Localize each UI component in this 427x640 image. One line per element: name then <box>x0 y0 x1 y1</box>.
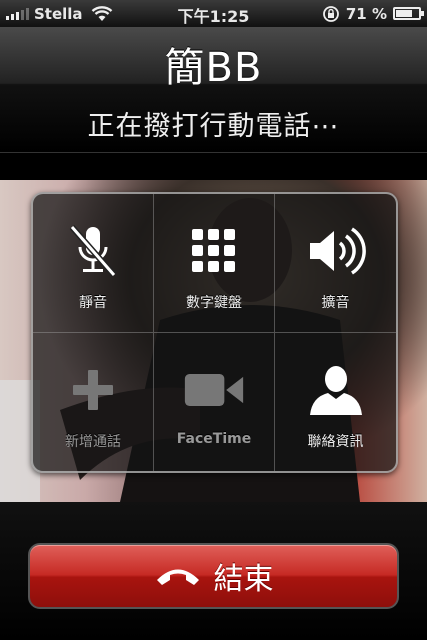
add-call-label: 新增通話 <box>65 433 121 450</box>
facetime-camera-icon <box>183 361 245 419</box>
mute-microphone-icon <box>62 222 124 280</box>
battery-icon <box>393 7 424 20</box>
wifi-icon <box>91 5 112 21</box>
add-call-button[interactable]: 新增通話 <box>33 332 154 471</box>
carrier-name: Stella <box>34 4 83 23</box>
status-bar: Stella 下午1:25 71 % <box>0 0 427 27</box>
contacts-label: 聯絡資訊 <box>307 433 364 450</box>
keypad-button[interactable]: 數字鍵盤 <box>154 194 275 333</box>
facetime-button[interactable]: FaceTime <box>154 332 275 471</box>
caller-name: 簡BB <box>164 45 263 91</box>
mute-button[interactable]: 靜音 <box>33 194 154 333</box>
call-header: 簡BB 正在撥打行動電話⋯ <box>0 27 427 153</box>
end-call-label: 結束 <box>213 562 274 597</box>
contacts-button[interactable]: 聯絡資訊 <box>275 333 396 472</box>
signal-icon <box>6 7 29 20</box>
keypad-icon <box>183 222 245 280</box>
battery-percent: 71 % <box>345 4 387 23</box>
divider <box>0 153 427 180</box>
speaker-label: 擴音 <box>321 295 350 311</box>
facetime-label: FaceTime <box>176 430 252 447</box>
speaker-button[interactable]: 擴音 <box>275 194 396 333</box>
add-call-icon <box>62 361 124 419</box>
end-call-button[interactable]: 結束 <box>28 543 399 609</box>
hang-up-phone-icon <box>156 569 199 585</box>
contact-person-icon <box>305 361 367 419</box>
mute-label: 靜音 <box>79 295 107 311</box>
call-options-panel: 靜音 數字鍵盤 擴音 新增通話 FaceTime 聯絡資訊 <box>31 192 398 473</box>
rotation-lock-icon <box>322 5 339 22</box>
call-status: 正在撥打行動電話⋯ <box>87 111 340 142</box>
keypad-label: 數字鍵盤 <box>186 295 242 311</box>
speaker-icon <box>305 222 367 280</box>
